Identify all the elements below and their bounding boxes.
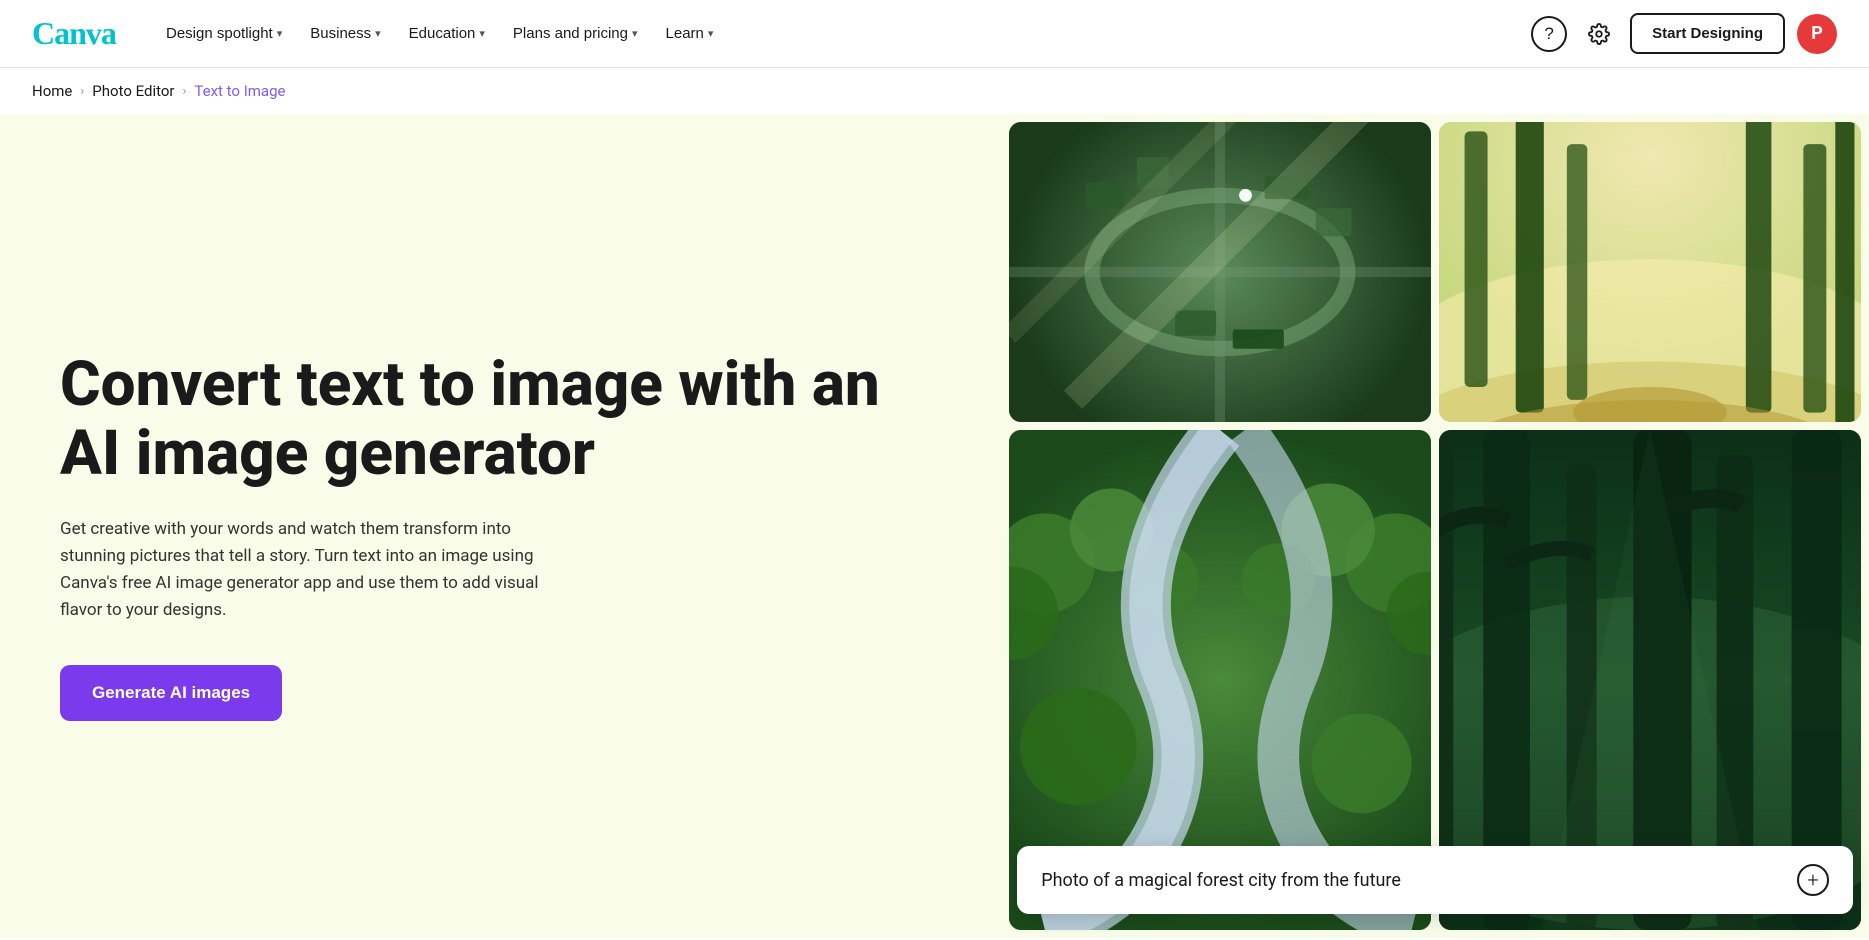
navbar: Canva Design spotlight ▾ Business ▾ Educ… (0, 0, 1869, 68)
image-row-top (1009, 122, 1861, 422)
prompt-add-button[interactable]: + (1797, 864, 1829, 896)
prompt-text: Photo of a magical forest city from the … (1041, 870, 1401, 891)
breadcrumb-photo-editor[interactable]: Photo Editor (92, 82, 174, 100)
nav-design-spotlight[interactable]: Design spotlight ▾ (154, 17, 294, 50)
nav-business[interactable]: Business ▾ (298, 17, 392, 50)
hero-subtitle: Get creative with your words and watch t… (60, 516, 560, 625)
start-designing-button[interactable]: Start Designing (1630, 13, 1785, 54)
canva-logo[interactable]: Canva (32, 14, 122, 54)
chevron-down-icon: ▾ (375, 27, 381, 40)
generate-ai-images-button[interactable]: Generate AI images (60, 665, 282, 721)
nav-learn[interactable]: Learn ▾ (654, 17, 726, 50)
breadcrumb-separator-1: › (80, 84, 84, 99)
svg-text:Canva: Canva (32, 15, 117, 50)
nav-education[interactable]: Education ▾ (397, 17, 497, 50)
breadcrumb-current: Text to Image (194, 82, 285, 100)
chevron-down-icon: ▾ (277, 27, 283, 40)
help-button[interactable]: ? (1530, 15, 1568, 53)
image-misty-forest (1439, 122, 1861, 422)
settings-button[interactable] (1580, 15, 1618, 53)
hero-section: Convert text to image with an AI image g… (0, 114, 1869, 938)
hero-title: Convert text to image with an AI image g… (60, 351, 949, 487)
prompt-overlay[interactable]: Photo of a magical forest city from the … (1017, 846, 1853, 914)
nav-links: Design spotlight ▾ Business ▾ Education … (154, 17, 1530, 50)
image-aerial-city (1009, 122, 1431, 422)
gear-icon (1588, 23, 1610, 45)
image-row-bottom: Photo of a magical forest city from the … (1009, 430, 1861, 930)
chevron-down-icon: ▾ (708, 27, 714, 40)
nav-actions: ? Start Designing P (1530, 13, 1837, 54)
user-avatar[interactable]: P (1797, 14, 1837, 54)
nav-plans-pricing[interactable]: Plans and pricing ▾ (501, 17, 650, 50)
breadcrumb: Home › Photo Editor › Text to Image (0, 68, 1869, 114)
hero-image-grid: Photo of a magical forest city from the … (1009, 114, 1869, 938)
breadcrumb-home[interactable]: Home (32, 82, 72, 100)
chevron-down-icon: ▾ (632, 27, 638, 40)
hero-left-panel: Convert text to image with an AI image g… (0, 114, 1009, 938)
chevron-down-icon: ▾ (479, 27, 485, 40)
breadcrumb-separator-2: › (183, 84, 187, 99)
help-icon: ? (1531, 16, 1567, 52)
